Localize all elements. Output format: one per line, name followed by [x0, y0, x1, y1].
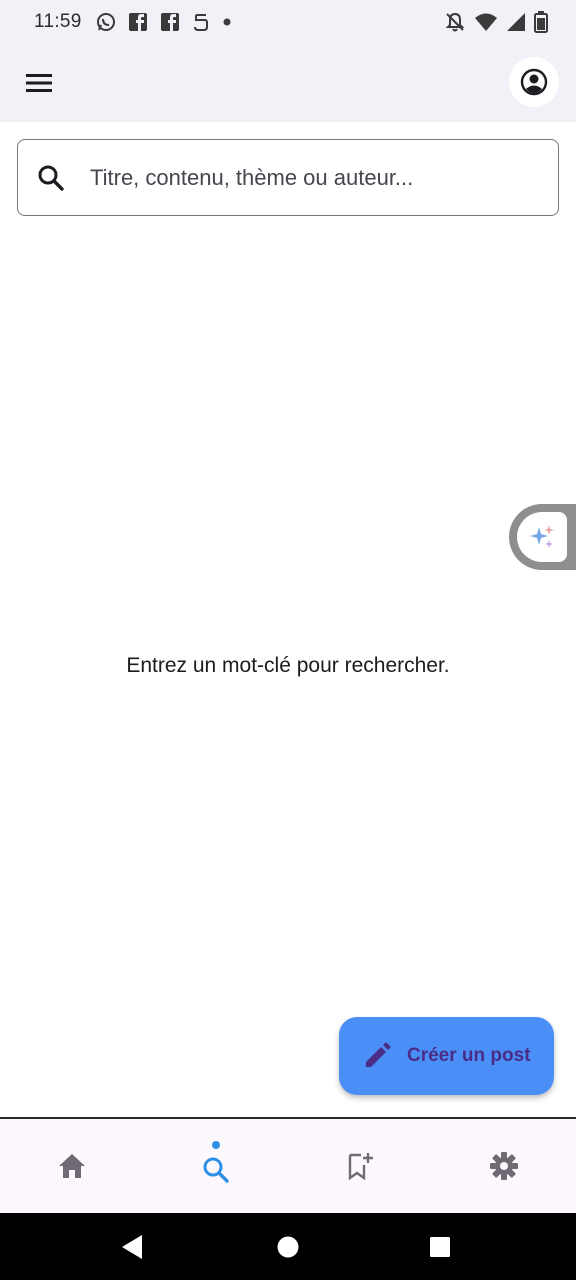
home-icon: [59, 1154, 85, 1178]
create-post-button[interactable]: Créer un post: [339, 1017, 554, 1095]
search-icon: [37, 164, 65, 192]
dot-icon: [223, 18, 231, 26]
facebook-icon: [160, 13, 179, 31]
status-right-icons: [444, 11, 548, 33]
search-input[interactable]: [90, 164, 530, 191]
status-left-icons: [96, 12, 232, 32]
status-time: 11:59: [34, 11, 82, 32]
home-circle-icon: [277, 1236, 299, 1258]
system-navigation-bar: [0, 1213, 576, 1280]
facebook-icon: [128, 13, 147, 31]
nav-item-settings[interactable]: [464, 1119, 544, 1213]
app-bar: [0, 44, 576, 122]
menu-icon: [26, 74, 52, 92]
nav-item-search[interactable]: [176, 1119, 256, 1213]
create-post-label: Créer un post: [407, 1045, 531, 1066]
silent-icon: [445, 12, 465, 32]
wifi-icon: [475, 13, 497, 31]
search-field[interactable]: [17, 139, 559, 216]
status-bar: 11:59: [0, 0, 576, 44]
menu-button[interactable]: [20, 64, 58, 102]
assistant-bubble[interactable]: [509, 504, 576, 570]
signal-icon: [507, 13, 525, 31]
whatsapp-icon: [96, 13, 115, 31]
bottom-navigation: [0, 1117, 576, 1213]
nav-item-home[interactable]: [32, 1119, 112, 1213]
back-triangle-icon: [122, 1235, 142, 1259]
nav-item-saved[interactable]: [320, 1119, 400, 1213]
profile-button[interactable]: [509, 57, 559, 107]
system-back-button[interactable]: [116, 1231, 148, 1263]
system-home-button[interactable]: [272, 1231, 304, 1263]
active-indicator: [212, 1141, 220, 1149]
battery-icon: [534, 11, 548, 33]
bookmark-add-icon: [348, 1153, 373, 1181]
notification-icon: [193, 14, 208, 31]
account-circle-icon: [520, 68, 548, 96]
system-recents-button[interactable]: [424, 1231, 456, 1263]
search-icon: [203, 1157, 229, 1183]
assistant-bubble-inner: [517, 512, 567, 562]
recents-square-icon: [430, 1237, 450, 1257]
pencil-icon: [363, 1041, 393, 1071]
settings-icon: [490, 1152, 518, 1180]
empty-state-message: Entrez un mot-clé pour rechercher.: [126, 654, 450, 677]
sparkle-icon: [530, 525, 554, 548]
